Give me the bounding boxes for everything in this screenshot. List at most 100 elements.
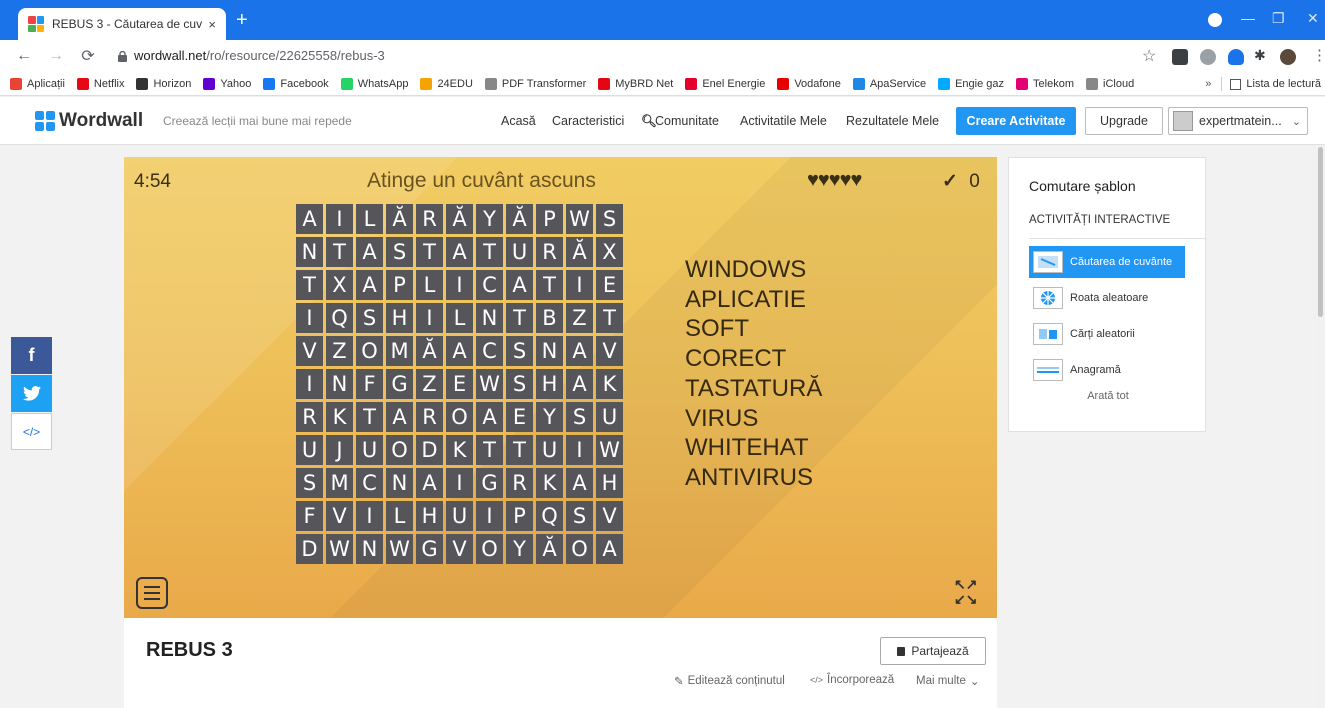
letter-cell[interactable]: U [296,435,323,465]
letter-cell[interactable]: A [566,369,593,399]
forward-arrow-icon[interactable]: → [48,47,64,65]
letter-cell[interactable]: W [476,369,503,399]
letter-cell[interactable]: P [536,204,563,234]
letter-cell[interactable]: S [296,468,323,498]
letter-cell[interactable]: M [386,336,413,366]
minimize-button[interactable]: — [1241,10,1255,26]
user-menu-button[interactable]: expertmatein... ⌄ [1168,107,1308,135]
letter-cell[interactable]: A [476,402,503,432]
letter-cell[interactable]: I [356,501,383,531]
browser-tab[interactable]: REBUS 3 - Căutarea de cuvânte × [18,8,226,40]
letter-cell[interactable]: R [536,237,563,267]
letter-cell[interactable]: A [566,468,593,498]
new-tab-button[interactable]: + [236,10,248,30]
letter-cell[interactable]: U [536,435,563,465]
letter-cell[interactable]: O [446,402,473,432]
wordwall-logo[interactable]: Wordwall [35,110,143,132]
edit-content-link[interactable]: ✎ Editează conținutul [674,674,785,688]
letter-cell[interactable]: A [356,270,383,300]
letter-cell[interactable]: A [446,237,473,267]
letter-cell[interactable]: W [566,204,593,234]
letter-cell[interactable]: T [476,237,503,267]
letter-cell[interactable]: X [326,270,353,300]
letter-cell[interactable]: T [356,402,383,432]
bookmark-item[interactable]: Vodafone [777,77,841,90]
letter-cell[interactable]: V [596,501,623,531]
letter-cell[interactable]: H [416,501,443,531]
letter-cell[interactable]: W [596,435,623,465]
letter-cell[interactable]: H [536,369,563,399]
letter-cell[interactable]: Y [476,204,503,234]
letter-cell[interactable]: F [356,369,383,399]
letter-cell[interactable]: Y [506,534,533,564]
letter-cell[interactable]: T [476,435,503,465]
letter-cell[interactable]: A [596,534,623,564]
letter-cell[interactable]: I [296,303,323,333]
letter-cell[interactable]: T [536,270,563,300]
letter-cell[interactable]: T [416,237,443,267]
lock-icon[interactable] [118,51,127,62]
letter-cell[interactable]: T [596,303,623,333]
letter-cell[interactable]: R [506,468,533,498]
nav-my-results[interactable]: Rezultatele Mele [846,114,939,128]
embed-link[interactable]: </> Încorporează [810,674,894,686]
letter-cell[interactable]: K [596,369,623,399]
letter-cell[interactable]: I [476,501,503,531]
letter-cell[interactable]: P [386,270,413,300]
letter-cell[interactable]: S [506,336,533,366]
create-activity-button[interactable]: Creare Activitate [956,107,1076,135]
bookmark-item[interactable]: Enel Energie [685,77,765,90]
letter-cell[interactable]: A [296,204,323,234]
letter-cell[interactable]: V [326,501,353,531]
maximize-button[interactable]: ❐ [1272,10,1285,27]
game-menu-button[interactable] [136,577,168,609]
template-anagram[interactable]: Anagramă [1029,354,1185,386]
letter-cell[interactable]: N [536,336,563,366]
letter-cell[interactable]: Q [536,501,563,531]
letter-cell[interactable]: O [476,534,503,564]
letter-cell[interactable]: I [326,204,353,234]
bookmark-item[interactable]: Aplicații [10,77,65,90]
letter-cell[interactable]: F [296,501,323,531]
letter-cell[interactable]: R [296,402,323,432]
facebook-share-button[interactable]: f [11,337,52,374]
letter-cell[interactable]: C [476,336,503,366]
letter-cell[interactable]: T [326,237,353,267]
letter-cell[interactable]: A [386,402,413,432]
letter-cell[interactable]: T [506,435,533,465]
embed-share-button[interactable]: </> [11,413,52,450]
extension-icon[interactable] [1172,49,1188,65]
bookmark-item[interactable]: Horizon [136,77,191,90]
close-window-button[interactable]: ✕ [1307,10,1319,27]
letter-cell[interactable]: U [446,501,473,531]
letter-cell[interactable]: U [596,402,623,432]
template-word-search[interactable]: Căutarea de cuvânte [1029,246,1185,278]
letter-cell[interactable]: C [356,468,383,498]
cloud-extension-icon[interactable] [1228,49,1244,65]
letter-cell[interactable]: I [416,303,443,333]
nav-my-activities[interactable]: Activitatile Mele [740,114,827,128]
letter-cell[interactable]: O [386,435,413,465]
letter-cell[interactable]: E [596,270,623,300]
template-random-cards[interactable]: Cărți aleatorii [1029,318,1185,350]
letter-cell[interactable]: I [446,270,473,300]
letter-cell[interactable]: L [356,204,383,234]
letter-cell[interactable]: A [356,237,383,267]
letter-cell[interactable]: G [476,468,503,498]
nav-community-label[interactable]: Comunitate [655,114,719,128]
more-bookmarks-button[interactable]: » [1205,78,1211,90]
nav-features[interactable]: Caracteristici [552,114,624,128]
letter-cell[interactable]: L [416,270,443,300]
letter-cell[interactable]: A [506,270,533,300]
letter-cell[interactable]: W [386,534,413,564]
letter-cell[interactable]: D [296,534,323,564]
tab-close-icon[interactable]: × [208,17,216,32]
letter-cell[interactable]: V [596,336,623,366]
letter-cell[interactable]: J [326,435,353,465]
letter-cell[interactable]: E [446,369,473,399]
letter-cell[interactable]: K [326,402,353,432]
bookmark-star-icon[interactable]: ☆ [1142,46,1156,66]
twitter-share-button[interactable] [11,375,52,412]
profile-avatar-icon[interactable] [1280,49,1296,65]
letter-cell[interactable]: A [446,336,473,366]
